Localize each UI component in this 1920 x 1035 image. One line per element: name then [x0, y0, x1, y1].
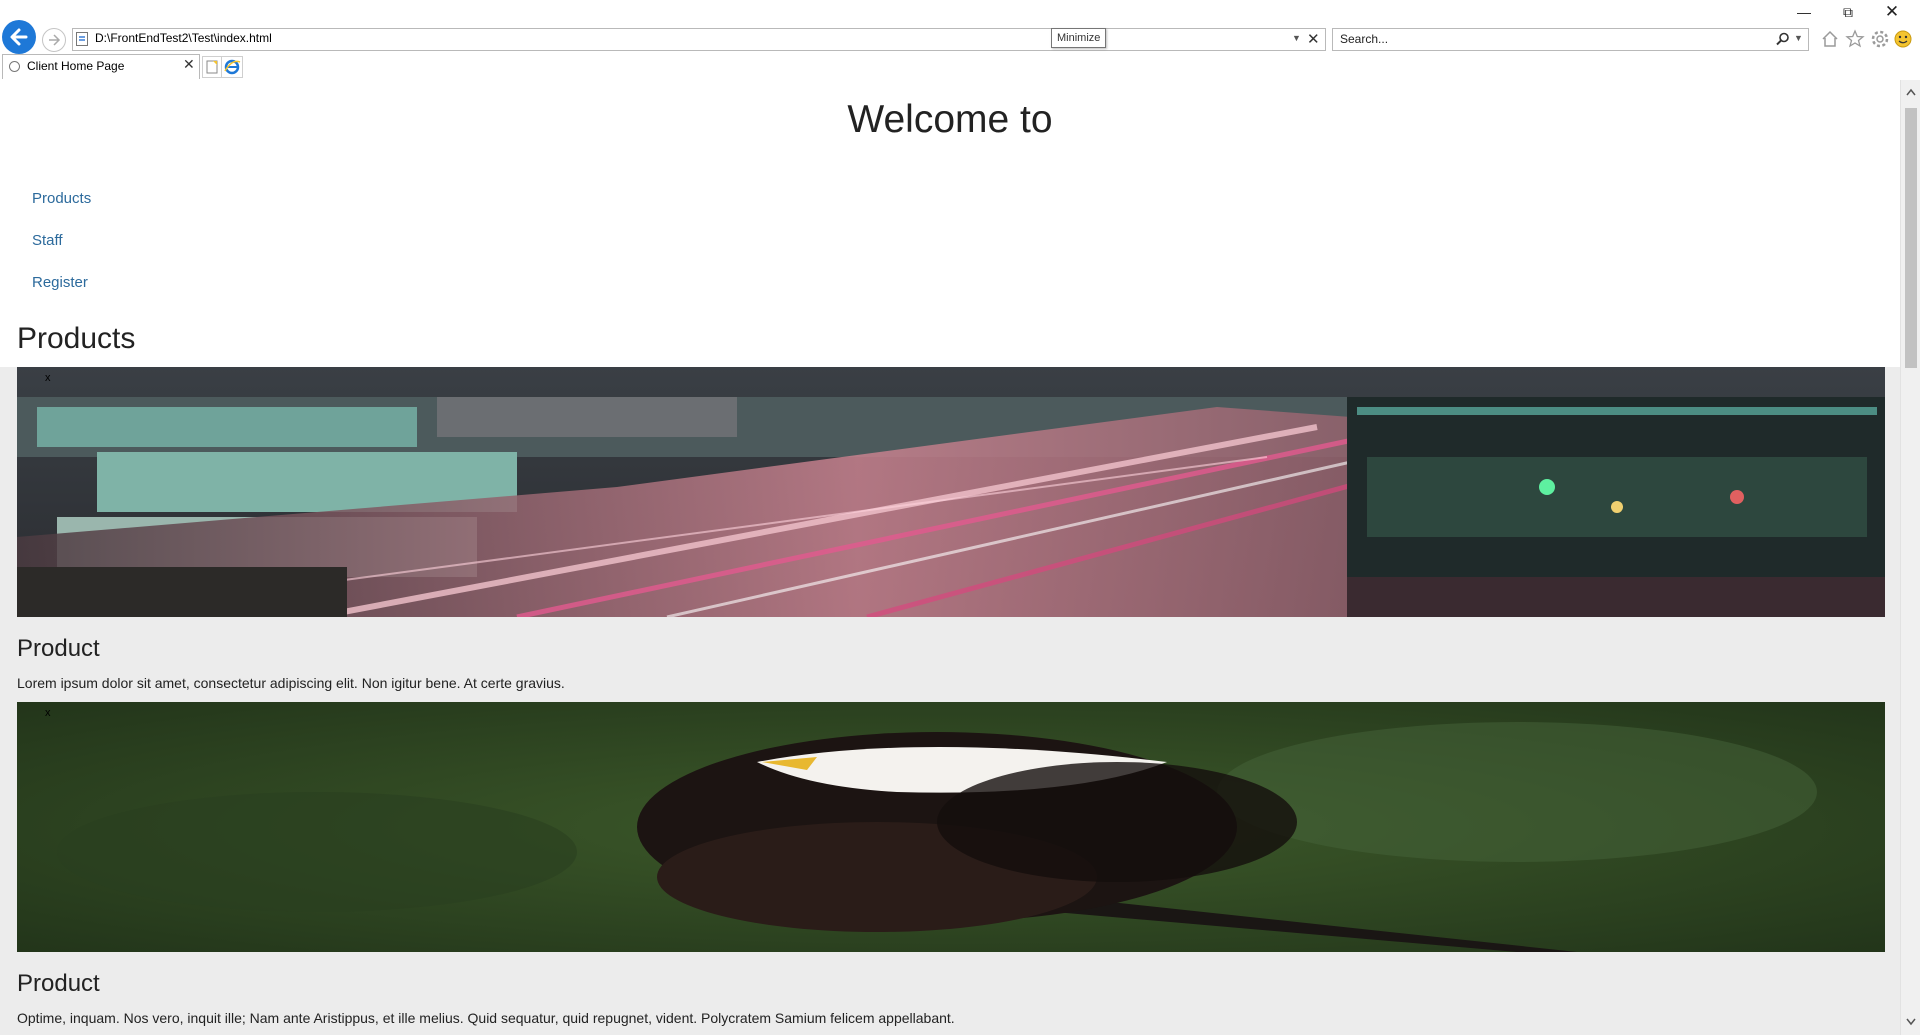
forward-arrow-icon — [49, 34, 61, 46]
settings-gear-icon[interactable] — [1870, 29, 1890, 49]
nav-link-products[interactable]: Products — [32, 190, 91, 207]
broken-image-marker: x — [45, 707, 51, 719]
address-bar[interactable]: D:\FrontEndTest2\Test\index.html ▼ ✕ — [72, 28, 1326, 51]
page-header: Welcome to Products Staff Register Produ… — [0, 80, 1900, 367]
nav-link-staff[interactable]: Staff — [32, 232, 63, 249]
feedback-smiley-icon[interactable] — [1893, 29, 1913, 49]
favorites-star-icon[interactable] — [1845, 29, 1865, 49]
page-icon — [76, 32, 88, 46]
search-box[interactable]: Search... ▼ — [1332, 28, 1809, 51]
address-stop-icon[interactable]: ✕ — [1307, 30, 1320, 48]
welcome-heading: Welcome to — [847, 98, 1053, 141]
scrollbar-thumb[interactable] — [1905, 108, 1917, 368]
search-dropdown-icon[interactable]: ▼ — [1794, 33, 1803, 43]
forward-button[interactable] — [42, 28, 66, 52]
browser-chrome: D:\FrontEndTest2\Test\index.html ▼ ✕ Min… — [0, 0, 1920, 81]
city-night-traffic-image: x — [17, 367, 1885, 617]
search-icon[interactable] — [1776, 32, 1790, 46]
loading-spinner-icon — [9, 61, 20, 72]
back-arrow-icon — [10, 28, 28, 46]
new-tab-icon — [206, 60, 218, 74]
scroll-down-icon[interactable] — [1906, 1018, 1916, 1026]
tab-client-home[interactable]: Client Home Page ✕ — [2, 54, 200, 79]
vertical-scrollbar[interactable] — [1900, 80, 1920, 1035]
minimize-button[interactable]: — — [1782, 4, 1826, 24]
nav-link-register[interactable]: Register — [32, 274, 88, 291]
tab-title[interactable]: Client Home Page — [27, 59, 124, 73]
product-title: Product — [17, 970, 100, 997]
home-icon[interactable] — [1820, 29, 1840, 49]
product-title: Product — [17, 635, 100, 662]
broken-image-marker: x — [45, 372, 51, 384]
page-viewport: Welcome to Products Staff Register Produ… — [0, 80, 1900, 1035]
restore-button[interactable]: ⧉ — [1826, 4, 1870, 24]
back-button[interactable] — [2, 20, 36, 54]
search-input[interactable]: Search... — [1340, 32, 1388, 46]
internet-explorer-icon — [224, 59, 241, 75]
bald-eagle-image: x — [17, 702, 1885, 952]
section-title: Products — [17, 322, 136, 355]
ie-button[interactable] — [221, 56, 243, 78]
address-dropdown-icon[interactable]: ▼ — [1292, 33, 1301, 43]
minimize-tooltip: Minimize — [1051, 28, 1107, 48]
close-window-button[interactable]: ✕ — [1870, 2, 1914, 22]
scroll-up-icon[interactable] — [1906, 88, 1916, 96]
address-url[interactable]: D:\FrontEndTest2\Test\index.html — [95, 31, 272, 45]
new-tab-button[interactable] — [202, 56, 222, 78]
tab-close-icon[interactable]: ✕ — [183, 56, 195, 73]
product-description: Optime, inquam. Nos vero, inquit ille; N… — [17, 1010, 955, 1026]
product-description: Lorem ipsum dolor sit amet, consectetur … — [17, 675, 565, 691]
